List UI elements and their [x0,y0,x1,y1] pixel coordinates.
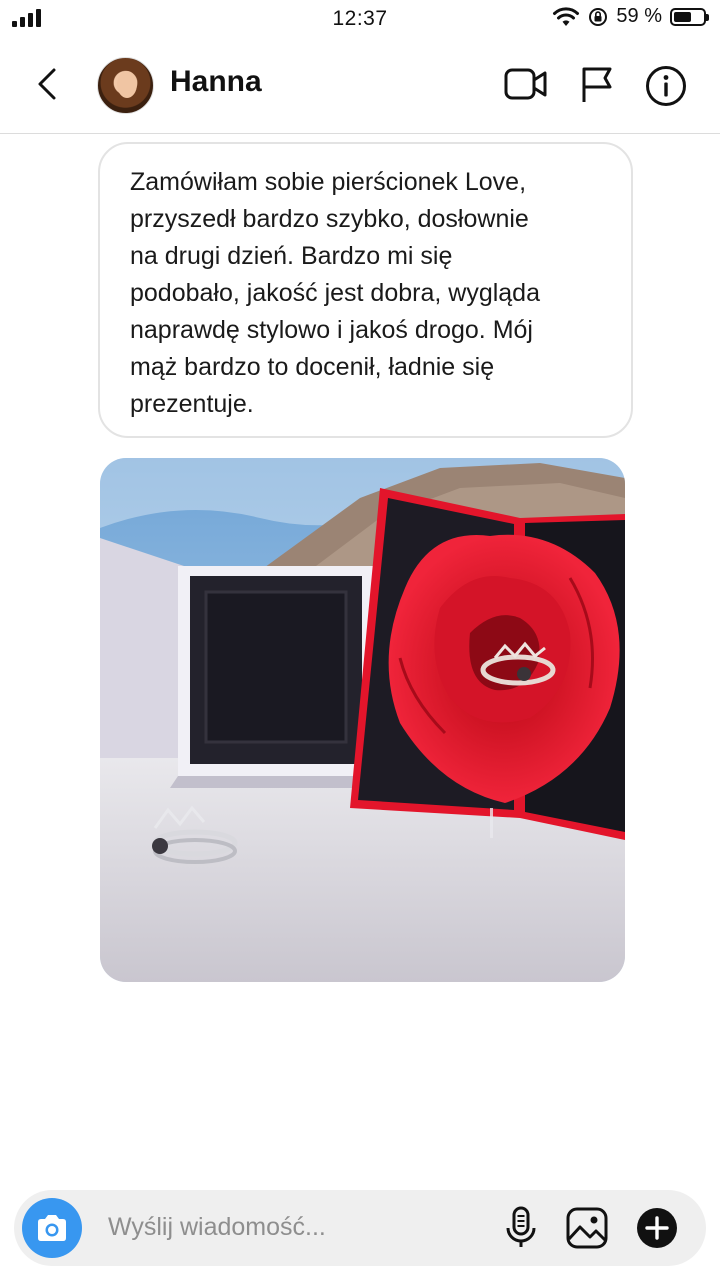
microphone-icon[interactable] [504,1206,538,1250]
camera-icon [38,1215,66,1241]
video-call-icon[interactable] [504,66,548,102]
gallery-icon[interactable] [566,1207,608,1249]
message-line: przyszedł bardzo szybko, dosłownie [130,205,529,233]
info-icon[interactable] [645,65,687,107]
battery-percent: 59 % [616,5,662,27]
message-line: prezentuje. [130,390,254,418]
wifi-icon [553,6,580,26]
message-line: Zamówiłam sobie pierścionek Love, [130,168,527,196]
battery-icon [670,7,709,26]
status-bar: 12:37 59 % [0,0,720,40]
message-line: naprawdę stylowo i jakoś drogo. Mój [130,316,533,344]
message-line: na drugi dzień. Bardzo mi się [130,242,453,270]
message-input[interactable]: Wyślij wiadomość... [108,1213,326,1242]
message-bubble[interactable]: Zamówiłam sobie pierścionek Love, przysz… [98,142,633,438]
camera-button[interactable] [22,1198,82,1258]
chat-header: Hanna [0,40,720,134]
message-line: mąż bardzo to docenił, ładnie się [130,353,495,381]
message-line: podobało, jakość jest dobra, wygląda [130,279,540,307]
avatar[interactable] [97,57,154,114]
rose-ring-box-photo [100,458,625,982]
message-composer: Wyślij wiadomość... [14,1190,706,1266]
photo-message[interactable] [100,458,625,982]
back-chevron-icon[interactable] [32,64,62,104]
plus-icon[interactable] [636,1207,678,1249]
flag-icon[interactable] [580,66,614,104]
orientation-lock-icon [589,7,608,26]
contact-name[interactable]: Hanna [170,65,262,99]
